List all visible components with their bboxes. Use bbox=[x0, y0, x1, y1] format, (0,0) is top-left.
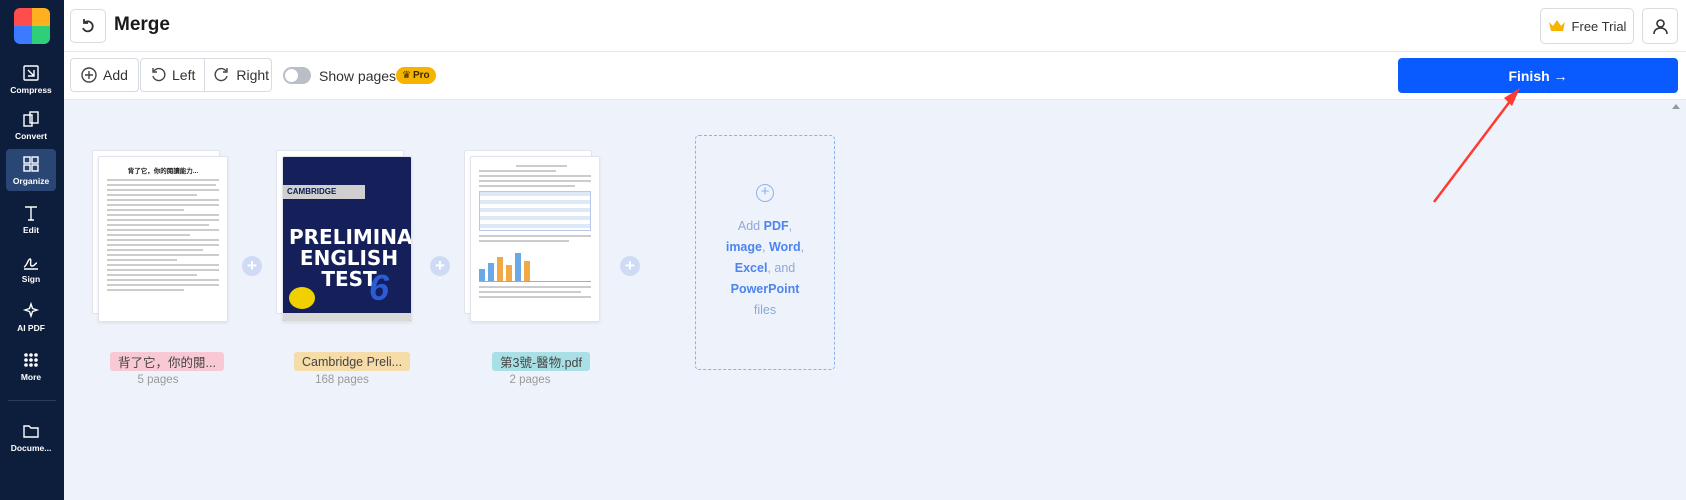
sidebar-item-documents[interactable]: Docume... bbox=[6, 416, 56, 458]
pro-badge: ♛ Pro bbox=[396, 67, 436, 84]
rotate-left-button[interactable]: Left bbox=[141, 59, 204, 91]
convert-icon bbox=[23, 110, 39, 127]
sidebar-item-label: Compress bbox=[10, 84, 52, 95]
pro-label: Pro bbox=[412, 70, 430, 81]
rotate-left-label: Left bbox=[172, 67, 196, 83]
dropzone-text-sep: , bbox=[761, 240, 769, 254]
mini-chart bbox=[479, 246, 591, 282]
user-icon bbox=[1652, 18, 1668, 34]
add-file-button[interactable]: Add bbox=[70, 58, 139, 92]
dropzone-text-pdf: PDF bbox=[763, 219, 789, 233]
file-name-tag[interactable]: Cambridge Preli... bbox=[294, 352, 411, 371]
scrollbar-up-arrow[interactable] bbox=[1672, 104, 1680, 109]
sidebar-item-ai-pdf[interactable]: AI PDF bbox=[6, 296, 56, 338]
crown-icon bbox=[1548, 20, 1565, 31]
folder-icon bbox=[23, 424, 39, 438]
sidebar-item-compress[interactable]: Compress bbox=[6, 58, 56, 100]
file-thumbnail bbox=[470, 156, 600, 322]
ai-sparkle-icon bbox=[22, 301, 40, 318]
crown-icon: ♛ bbox=[402, 70, 411, 81]
text-lines bbox=[99, 179, 227, 291]
book-cover: CAMBRIDGE PRELIMINARY ENGLISH TEST 6 bbox=[283, 157, 412, 321]
add-circle-icon: + bbox=[756, 184, 774, 202]
sign-icon bbox=[23, 257, 38, 270]
add-label: Add bbox=[103, 67, 128, 83]
file-card[interactable]: 背了它，你的閱讀能力... bbox=[92, 150, 228, 322]
file-page-count: 5 pages bbox=[137, 374, 179, 386]
rotate-left-icon bbox=[152, 67, 166, 82]
rotate-right-label: Right bbox=[236, 67, 270, 83]
top-header: Merge Free Trial bbox=[64, 0, 1686, 52]
organize-icon bbox=[23, 155, 39, 172]
account-button[interactable] bbox=[1642, 8, 1678, 44]
undo-button[interactable] bbox=[70, 9, 106, 43]
sidebar-item-label: Sign bbox=[21, 273, 41, 284]
file-card[interactable]: CAMBRIDGE PRELIMINARY ENGLISH TEST 6 bbox=[276, 150, 412, 322]
compress-icon bbox=[23, 64, 39, 81]
file-thumbnail: 背了它，你的閱讀能力... bbox=[98, 156, 228, 322]
book-title: PRELIMINARY ENGLISH TEST bbox=[289, 225, 412, 291]
dropzone-text-sep: , bbox=[800, 240, 805, 254]
book-logo bbox=[289, 287, 315, 309]
app-logo[interactable] bbox=[14, 8, 50, 44]
sidebar: Compress Convert Organize Edit Sign AI P… bbox=[0, 0, 64, 500]
doc-heading: 背了它，你的閱讀能力... bbox=[127, 168, 199, 175]
show-pages-toggle[interactable] bbox=[283, 67, 311, 84]
dropzone-text-word: Word bbox=[768, 240, 801, 254]
edit-text-icon bbox=[25, 205, 37, 221]
dropzone-text-and: , and bbox=[767, 261, 796, 275]
file-name-tag[interactable]: 背了它，你的閱... bbox=[110, 352, 224, 371]
sidebar-item-edit[interactable]: Edit bbox=[6, 198, 56, 240]
book-footer bbox=[283, 313, 411, 321]
free-trial-button[interactable]: Free Trial bbox=[1540, 8, 1634, 44]
text-lines bbox=[471, 235, 599, 242]
insert-file-button[interactable]: + bbox=[242, 256, 262, 276]
sidebar-item-organize[interactable]: Organize bbox=[6, 149, 56, 191]
sidebar-item-label: Docume... bbox=[10, 442, 52, 453]
file-page-count: 168 pages bbox=[315, 374, 369, 386]
free-trial-label: Free Trial bbox=[1571, 18, 1627, 34]
file-thumbnail: CAMBRIDGE PRELIMINARY ENGLISH TEST 6 bbox=[282, 156, 412, 322]
sidebar-item-label: Organize bbox=[12, 175, 50, 186]
add-files-dropzone[interactable]: + Add PDF, image, Word, Excel, and Power… bbox=[695, 135, 835, 370]
dropzone-text-powerpoint: PowerPoint bbox=[730, 282, 800, 296]
annotation-arrow bbox=[1433, 88, 1520, 203]
file-name-tag[interactable]: 第3號-醫物.pdf bbox=[492, 352, 590, 371]
data-table bbox=[479, 191, 591, 231]
sidebar-item-more[interactable]: More bbox=[6, 345, 56, 387]
file-page-count: 2 pages bbox=[509, 374, 551, 386]
sidebar-divider bbox=[8, 400, 56, 401]
rotate-group: Left Right bbox=[140, 58, 272, 92]
sidebar-item-label: AI PDF bbox=[17, 322, 45, 333]
dropzone-text-add: Add bbox=[737, 219, 764, 233]
insert-file-button[interactable]: + bbox=[620, 256, 640, 276]
text-lines bbox=[471, 286, 599, 298]
sidebar-item-label: Edit bbox=[22, 224, 40, 235]
grid-dots-icon bbox=[24, 352, 38, 367]
dropzone-text-excel: Excel bbox=[734, 261, 768, 275]
sidebar-item-label: Convert bbox=[14, 130, 48, 141]
text-lines bbox=[471, 165, 599, 187]
dropzone-text-image: image bbox=[725, 240, 762, 254]
dropzone-text-files: files bbox=[753, 303, 777, 317]
sidebar-item-convert[interactable]: Convert bbox=[6, 104, 56, 146]
show-pages-label: Show pages bbox=[319, 68, 397, 84]
add-circle-icon bbox=[81, 67, 97, 83]
insert-file-button[interactable]: + bbox=[430, 256, 450, 276]
dropzone-text-sep: , bbox=[788, 219, 793, 233]
page-title: Merge bbox=[114, 14, 170, 35]
sidebar-item-label: More bbox=[20, 371, 42, 382]
book-brand: CAMBRIDGE bbox=[283, 185, 365, 199]
rotate-right-button[interactable]: Right bbox=[204, 59, 278, 91]
sidebar-item-sign[interactable]: Sign bbox=[6, 247, 56, 289]
dropzone-text: Add PDF, image, Word, Excel, and PowerPo… bbox=[726, 216, 804, 321]
file-card[interactable] bbox=[464, 150, 600, 322]
book-number: 6 bbox=[368, 267, 389, 308]
rotate-right-icon bbox=[214, 67, 229, 82]
undo-icon bbox=[82, 19, 94, 33]
